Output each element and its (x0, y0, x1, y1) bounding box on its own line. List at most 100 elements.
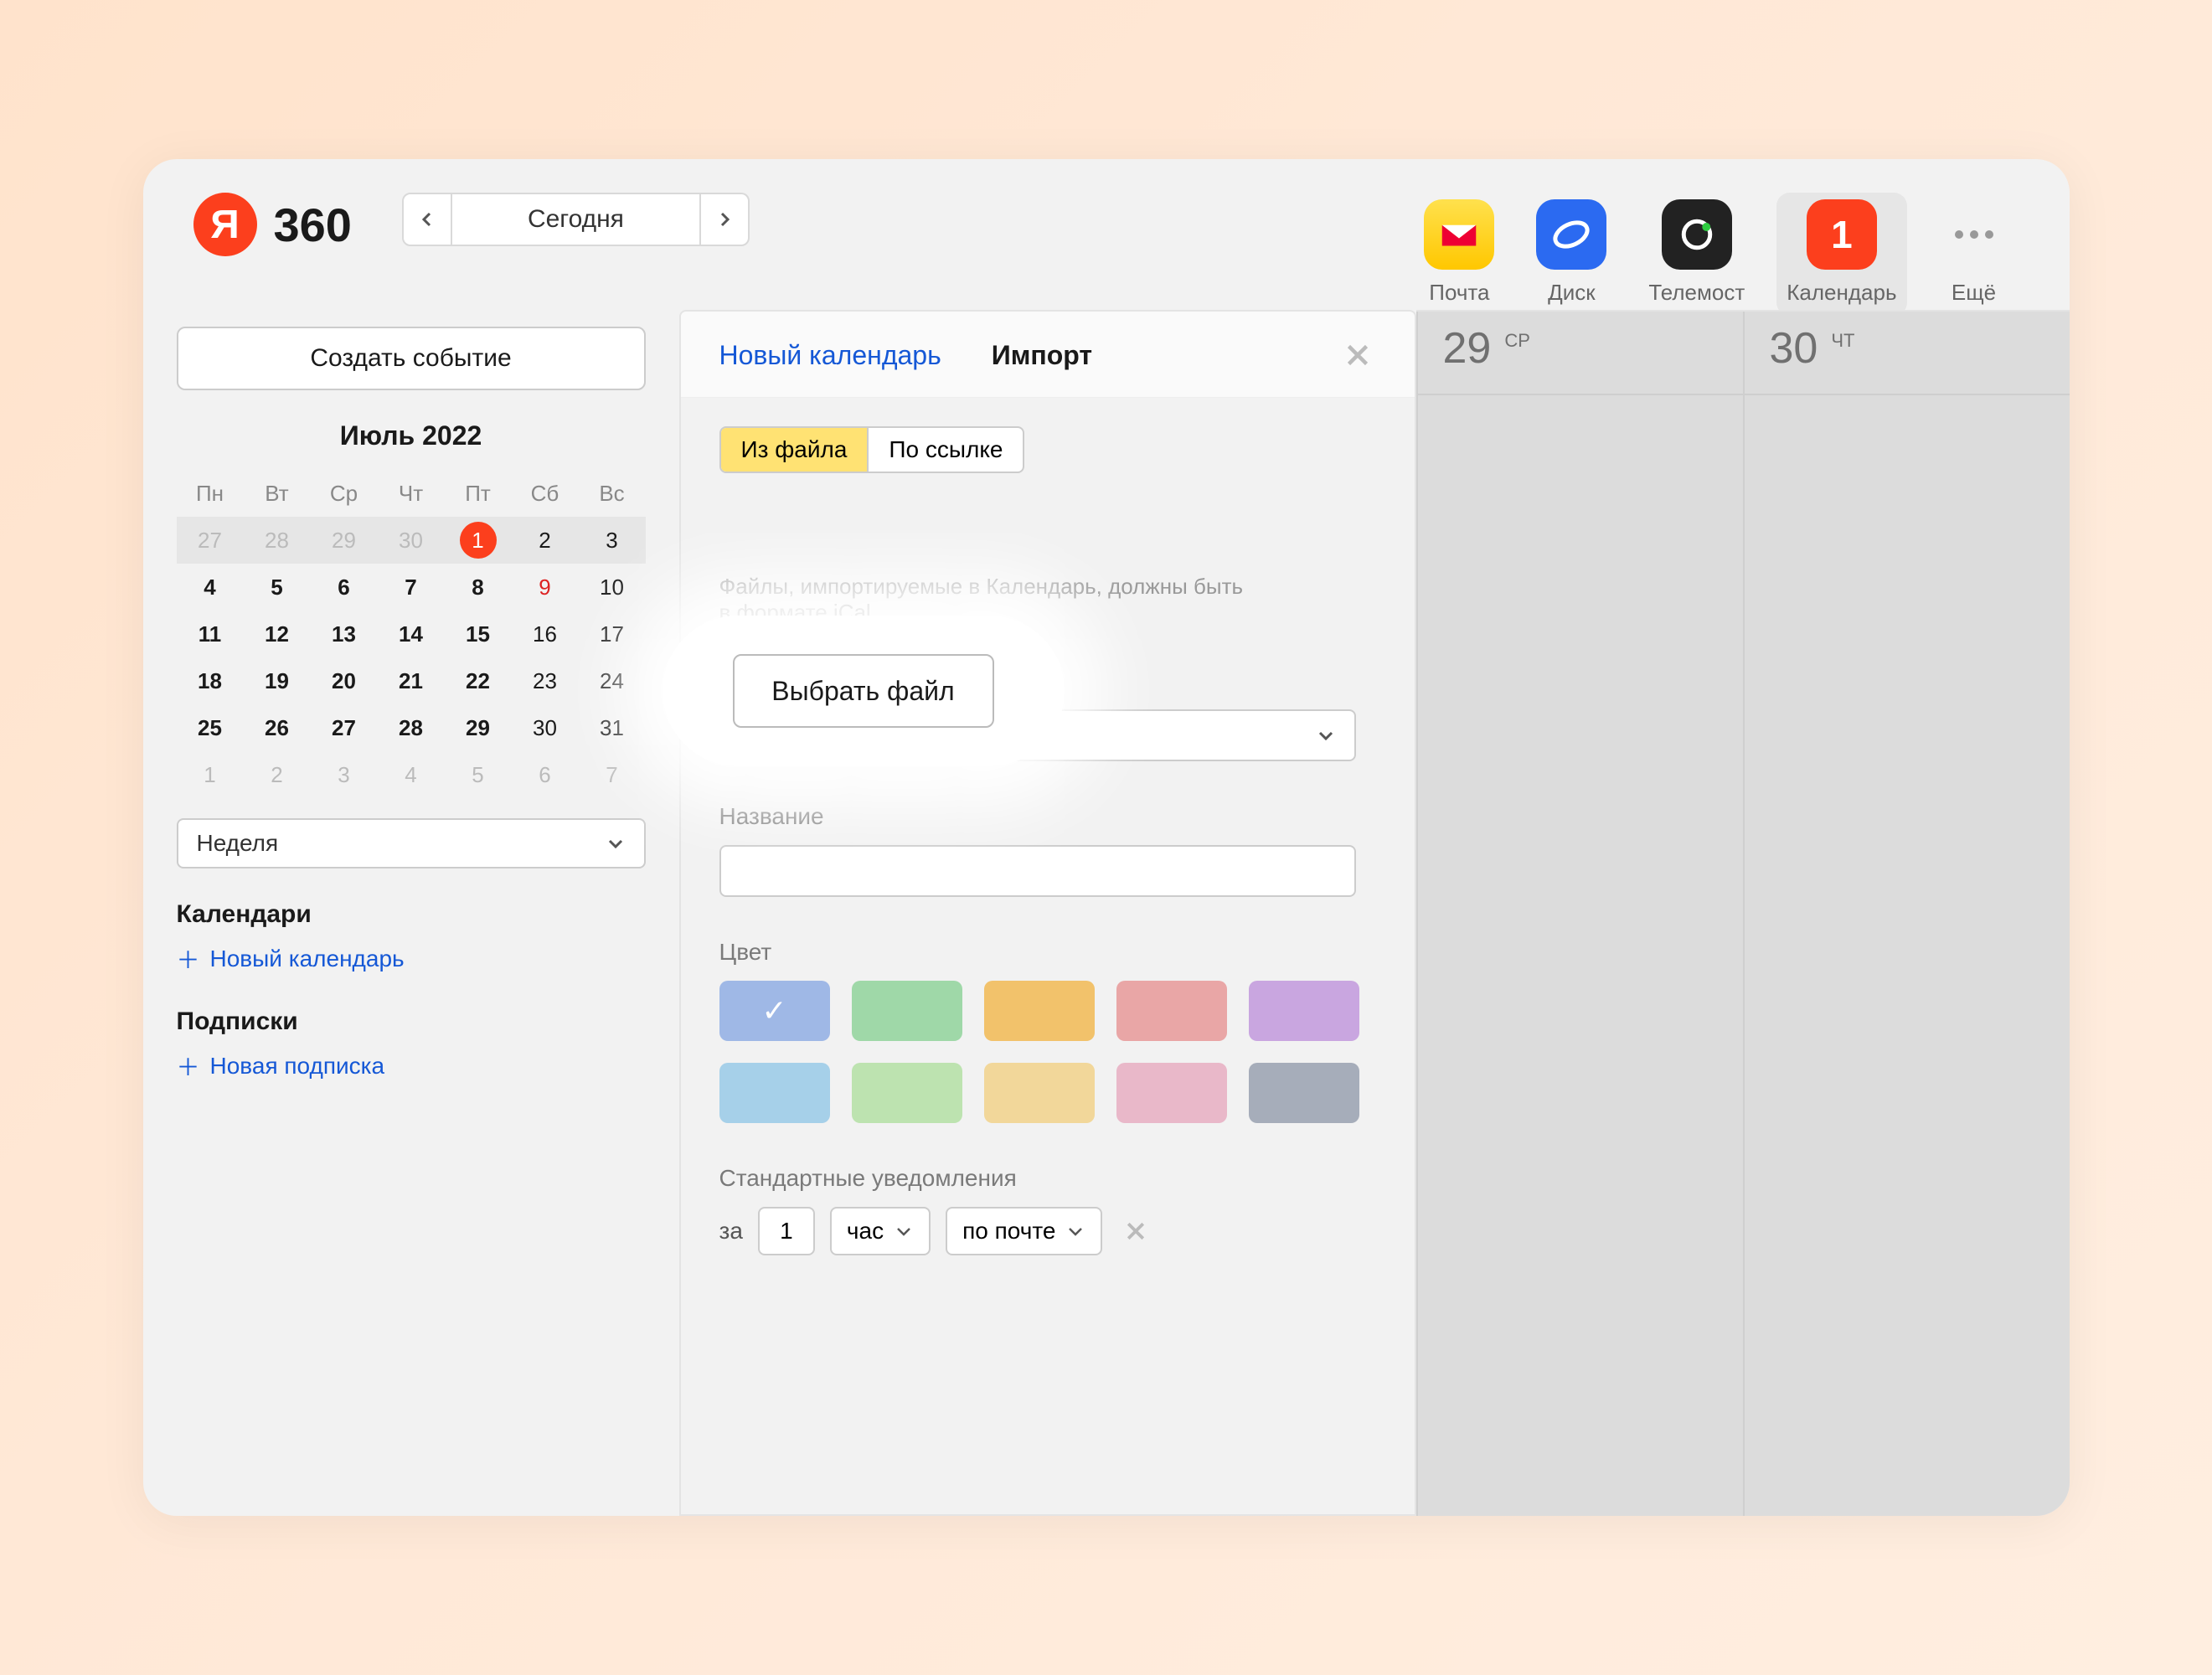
import-panel: Новый календарь Импорт Из файла По ссылк… (679, 310, 1416, 1516)
prev-button[interactable] (402, 193, 452, 246)
color-swatch[interactable] (1249, 1063, 1359, 1123)
color-swatch[interactable] (719, 1063, 830, 1123)
mini-calendar-day[interactable]: 3 (311, 751, 378, 798)
mini-calendar-day[interactable]: 1 (177, 751, 244, 798)
mini-calendar-day[interactable]: 21 (378, 657, 445, 704)
mini-calendar-day[interactable]: 1 (445, 517, 512, 564)
mini-calendar-day[interactable]: 12 (244, 611, 311, 657)
mini-calendar-day[interactable]: 27 (311, 704, 378, 751)
mini-calendar-day[interactable]: 25 (177, 704, 244, 751)
mini-calendar-day[interactable]: 24 (579, 657, 646, 704)
mini-calendar-day[interactable]: 8 (445, 564, 512, 611)
app-disk[interactable]: Диск (1526, 193, 1616, 316)
more-label: Ещё (1952, 280, 1996, 306)
mini-calendar-day[interactable]: 3 (579, 517, 646, 564)
mini-calendar-day[interactable]: 5 (244, 564, 311, 611)
app-window: Я 360 Сегодня Почта Диск (143, 159, 2070, 1516)
link-label: Новая подписка (210, 1053, 385, 1080)
mini-calendar-day[interactable]: 22 (445, 657, 512, 704)
color-swatch[interactable] (1116, 1063, 1227, 1123)
mini-calendar-day[interactable]: 30 (378, 517, 445, 564)
mini-calendar-dow: Ср (311, 470, 378, 517)
mini-calendar-day[interactable]: 7 (378, 564, 445, 611)
plus-icon: ＋ (177, 1049, 200, 1083)
mini-calendar-day[interactable]: 28 (244, 517, 311, 564)
color-swatch[interactable] (984, 981, 1095, 1041)
tab-new-calendar[interactable]: Новый календарь (719, 340, 941, 371)
week-grid: 29СР30ЧТ (1416, 310, 2070, 1516)
app-mail[interactable]: Почта (1414, 193, 1504, 316)
mini-calendar-day[interactable]: 29 (311, 517, 378, 564)
mini-calendar-day[interactable]: 4 (177, 564, 244, 611)
mini-calendar-day[interactable]: 19 (244, 657, 311, 704)
mini-calendar-day[interactable]: 27 (177, 517, 244, 564)
header: Я 360 Сегодня Почта Диск (143, 159, 2070, 332)
mini-calendar-day[interactable]: 18 (177, 657, 244, 704)
grid-column[interactable]: 29СР (1416, 312, 1743, 1516)
app-label: Календарь (1787, 280, 1896, 306)
notif-unit-select[interactable]: час (830, 1207, 931, 1255)
disk-icon (1536, 199, 1606, 270)
view-select[interactable]: Неделя (177, 818, 646, 868)
mini-calendar-day[interactable]: 23 (512, 657, 579, 704)
mini-calendar-day[interactable]: 9 (512, 564, 579, 611)
mini-calendar-day[interactable]: 29 (445, 704, 512, 751)
mini-calendar-day[interactable]: 10 (579, 564, 646, 611)
new-calendar-link[interactable]: ＋ Новый календарь (177, 942, 646, 976)
close-panel-button[interactable] (1339, 337, 1376, 374)
notif-amount-input[interactable] (758, 1207, 815, 1255)
next-button[interactable] (699, 193, 750, 246)
choose-file-button[interactable]: Выбрать файл (733, 654, 994, 728)
grid-column[interactable]: 30ЧТ (1743, 312, 2070, 1516)
mini-calendar-day[interactable]: 31 (579, 704, 646, 751)
mini-calendar: ПнВтСрЧтПтСбВс 2728293012345678910111213… (177, 470, 646, 798)
app-calendar[interactable]: 1 Календарь (1776, 193, 1906, 316)
today-button[interactable]: Сегодня (452, 193, 699, 246)
mini-calendar-day[interactable]: 28 (378, 704, 445, 751)
mini-calendar-day[interactable]: 4 (378, 751, 445, 798)
more-apps-button[interactable]: Ещё (1929, 193, 2019, 316)
mini-calendar-day[interactable]: 14 (378, 611, 445, 657)
mini-calendar-day[interactable]: 13 (311, 611, 378, 657)
remove-notification-button[interactable] (1117, 1213, 1154, 1250)
app-label: Почта (1429, 280, 1489, 306)
notif-channel-select[interactable]: по почте (946, 1207, 1102, 1255)
mini-calendar-day[interactable]: 5 (445, 751, 512, 798)
create-event-button[interactable]: Создать событие (177, 327, 646, 390)
telemost-icon (1662, 199, 1732, 270)
source-tab-link[interactable]: По ссылке (867, 428, 1023, 472)
mini-calendar-day[interactable]: 20 (311, 657, 378, 704)
app-telemost[interactable]: Телемост (1638, 193, 1755, 316)
mini-calendar-day[interactable]: 7 (579, 751, 646, 798)
tab-import[interactable]: Импорт (992, 340, 1092, 371)
mini-calendar-day[interactable]: 26 (244, 704, 311, 751)
color-swatch[interactable] (719, 981, 830, 1041)
chevron-down-icon (1316, 725, 1336, 745)
color-swatch[interactable] (1116, 981, 1227, 1041)
color-swatch[interactable] (1249, 981, 1359, 1041)
mini-calendar-day[interactable]: 30 (512, 704, 579, 751)
calendar-name-input[interactable] (719, 845, 1356, 897)
panel-body: Из файла По ссылке Файлы, импортируемые … (681, 397, 1415, 1514)
color-swatch[interactable] (852, 981, 962, 1041)
grid-column-header: 30ЧТ (1745, 312, 2070, 395)
name-label: Название (719, 803, 1376, 830)
notif-prefix: за (719, 1218, 743, 1245)
mini-calendar-day[interactable]: 16 (512, 611, 579, 657)
mini-calendar-dow: Сб (512, 470, 579, 517)
mini-calendar-day[interactable]: 17 (579, 611, 646, 657)
mini-calendar-day[interactable]: 6 (512, 751, 579, 798)
color-swatch[interactable] (852, 1063, 962, 1123)
subscriptions-section: Подписки ＋ Новая подписка (177, 1008, 646, 1083)
color-swatch[interactable] (984, 1063, 1095, 1123)
mini-calendar-day[interactable]: 11 (177, 611, 244, 657)
source-tab-file[interactable]: Из файла (721, 428, 868, 472)
plus-icon: ＋ (177, 942, 200, 976)
new-subscription-link[interactable]: ＋ Новая подписка (177, 1049, 646, 1083)
mini-calendar-day[interactable]: 2 (244, 751, 311, 798)
notifications-label: Стандартные уведомления (719, 1165, 1376, 1192)
mini-calendar-day[interactable]: 6 (311, 564, 378, 611)
mini-calendar-day[interactable]: 15 (445, 611, 512, 657)
mini-calendar-day[interactable]: 2 (512, 517, 579, 564)
grid-dow: СР (1504, 330, 1530, 352)
